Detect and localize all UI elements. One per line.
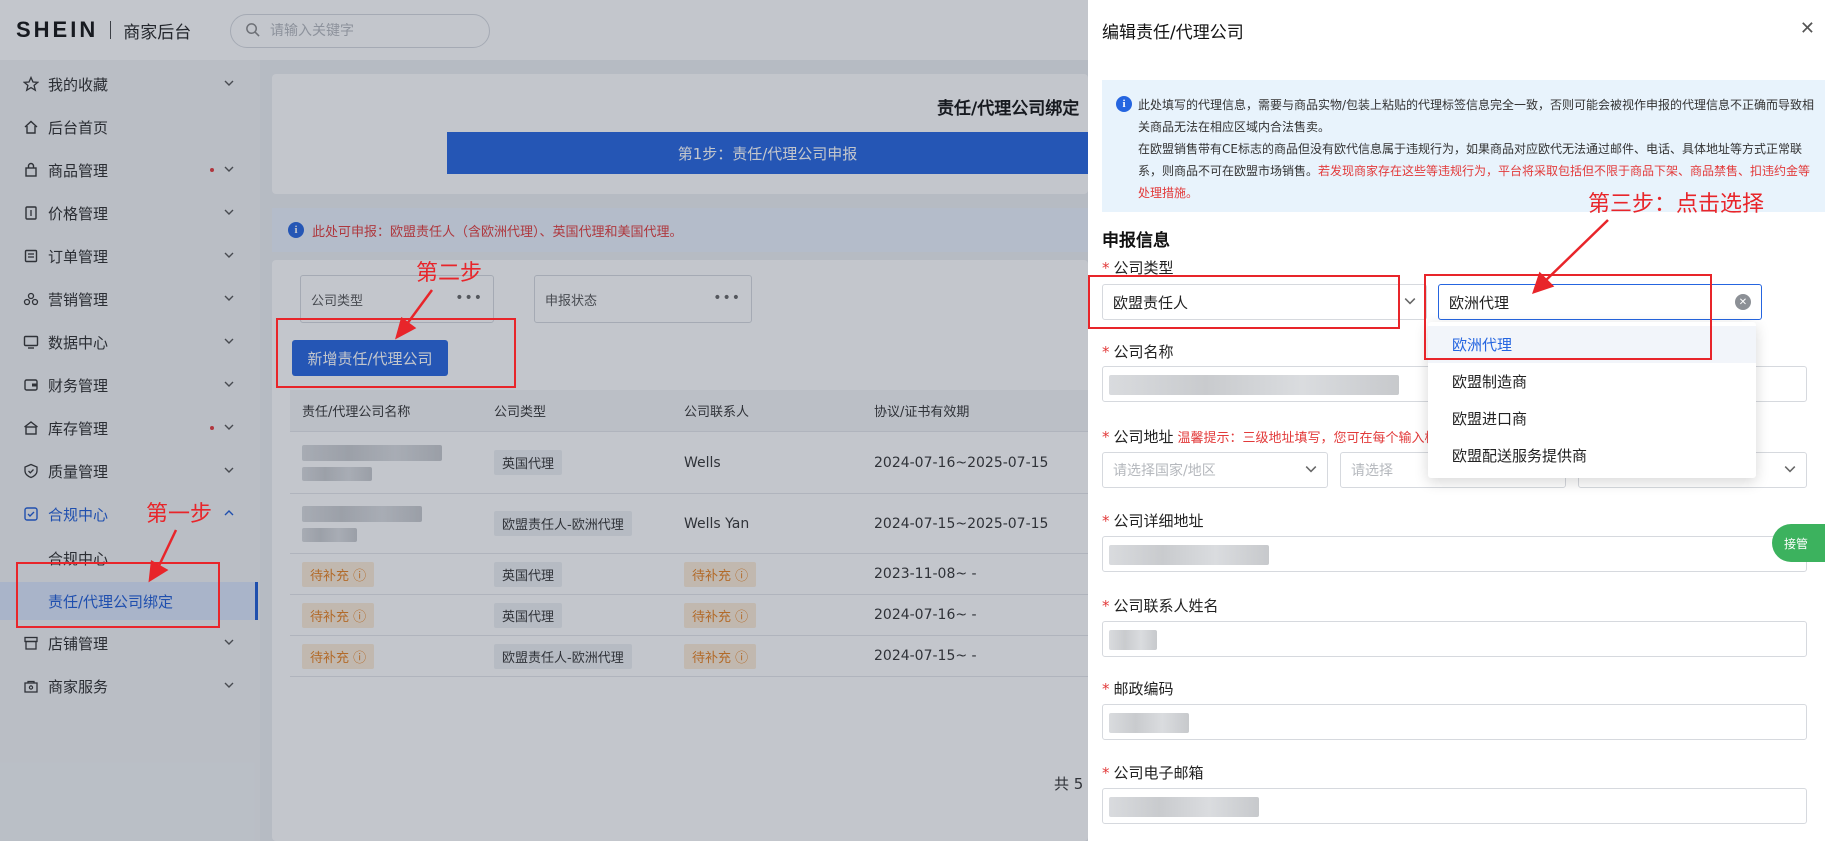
email-input[interactable] — [1102, 788, 1807, 824]
field-label-email: * 公司电子邮箱 — [1102, 764, 1204, 782]
chevron-down-icon — [1404, 298, 1416, 305]
close-icon[interactable]: ✕ — [1800, 18, 1815, 39]
dropdown-option[interactable]: 欧盟进口商 — [1428, 400, 1756, 437]
takeover-float-button[interactable]: 接管 — [1772, 524, 1825, 562]
field-label-detail-address: * 公司详细地址 — [1102, 512, 1204, 530]
annotation-box-type — [1088, 275, 1400, 329]
annotation-box-step1 — [16, 562, 220, 628]
drawer-title: 编辑责任/代理公司 — [1102, 23, 1244, 43]
country-select[interactable]: 请选择国家/地区 — [1102, 452, 1328, 488]
field-label-contact-name: * 公司联系人姓名 — [1102, 597, 1219, 615]
annotation-step3: 第三步：点击选择 — [1588, 192, 1765, 217]
annotation-box-step3 — [1424, 274, 1712, 360]
dropdown-option[interactable]: 欧盟制造商 — [1428, 363, 1756, 400]
annotation-box-step2 — [276, 318, 516, 388]
clear-icon[interactable]: ✕ — [1735, 294, 1751, 310]
field-label-postal-code: * 邮政编码 — [1102, 680, 1174, 698]
info-icon: i — [1116, 96, 1132, 112]
chevron-down-icon — [1305, 466, 1317, 473]
redacted-text — [1109, 375, 1399, 395]
field-label-company-address: * 公司地址 温馨提示：三级地址填写，您可在每个输入框 — [1102, 428, 1438, 446]
dropdown-option[interactable]: 欧盟配送服务提供商 — [1428, 437, 1756, 474]
redacted-text — [1109, 797, 1259, 817]
annotation-step2: 第二步 — [416, 261, 483, 286]
detail-address-input[interactable] — [1102, 536, 1807, 572]
field-label-company-name: * 公司名称 — [1102, 343, 1174, 361]
redacted-text — [1109, 630, 1157, 650]
redacted-text — [1109, 545, 1269, 565]
contact-name-input[interactable] — [1102, 621, 1807, 657]
notice-text: 此处填写的代理信息，需要与商品实物/包装上粘贴的代理标签信息完全一致，否则可能会… — [1138, 98, 1815, 134]
section-title: 申报信息 — [1102, 231, 1170, 251]
select-placeholder: 请选择国家/地区 — [1113, 463, 1216, 479]
select-placeholder: 请选择 — [1351, 463, 1393, 479]
postal-code-input[interactable] — [1102, 704, 1807, 740]
redacted-text — [1109, 713, 1189, 733]
annotation-step1: 第一步 — [146, 502, 213, 527]
chevron-down-icon — [1784, 466, 1796, 473]
takeover-label: 接管 — [1784, 536, 1809, 551]
modal-overlay[interactable] — [0, 0, 1088, 841]
